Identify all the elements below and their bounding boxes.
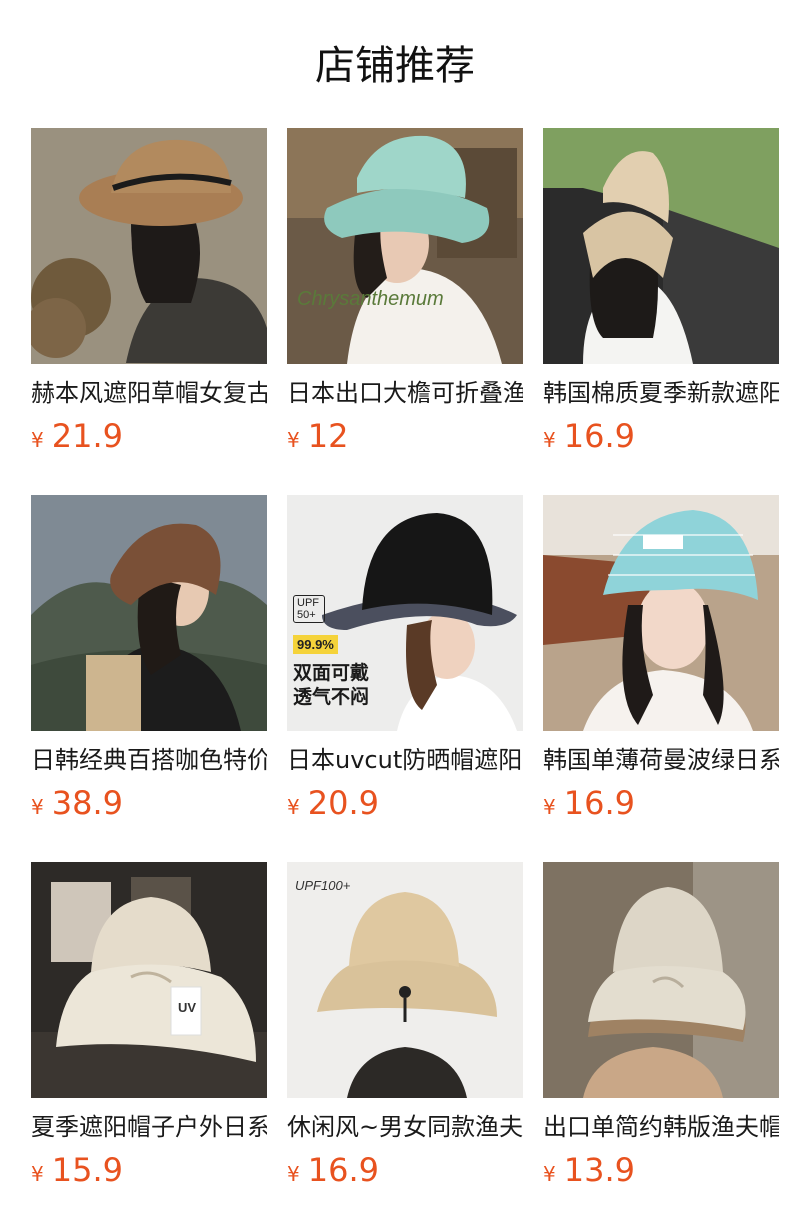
product-name[interactable]: 日本uvcut防晒帽遮阳帽 <box>287 743 523 777</box>
brown-knit-hat-photo-icon[interactable] <box>31 495 267 731</box>
product-name[interactable]: 日韩经典百搭咖色特价 <box>31 743 267 777</box>
product-name[interactable]: 夏季遮阳帽子户外日系 <box>31 1110 267 1144</box>
price-value: 20.9 <box>307 784 379 822</box>
product-name[interactable]: 韩国单薄荷曼波绿日系 <box>543 743 779 777</box>
image-watermark: Chrysanthemum <box>297 288 444 310</box>
page-title: 店铺推荐 <box>315 43 475 89</box>
image-caption-1: 双面可戴 <box>293 663 370 684</box>
price-value: 38.9 <box>51 784 123 822</box>
beige-hat-car-photo-icon[interactable] <box>543 128 779 364</box>
price-value: 13.9 <box>563 1151 635 1189</box>
image-caption-2: 透气不闷 <box>293 687 370 708</box>
price-value: 21.9 <box>51 417 123 455</box>
price-value: 16.9 <box>307 1151 379 1189</box>
product-name[interactable]: 出口单简约韩版渔夫帽 <box>543 1110 779 1144</box>
currency-symbol: ¥ <box>31 795 44 819</box>
cream-hat-uv-tag-photo-icon[interactable]: UV <box>31 862 267 1098</box>
currency-symbol: ¥ <box>543 1162 556 1186</box>
product-name[interactable]: 休闲风~男女同款渔夫帽 <box>287 1110 523 1144</box>
product-price: ¥13.9 <box>543 1150 635 1190</box>
product-name[interactable]: 赫本风遮阳草帽女复古 <box>31 376 267 410</box>
currency-symbol: ¥ <box>543 795 556 819</box>
price-value: 15.9 <box>51 1151 123 1189</box>
product-price: ¥12 <box>287 416 348 456</box>
upf-badge: UPF 50+ <box>293 595 325 623</box>
black-bucket-hat-photo-icon[interactable]: UPF 50+ 99.9% 双面可戴 透气不闷 <box>287 495 523 731</box>
currency-symbol: ¥ <box>287 1162 300 1186</box>
khaki-bucket-hat-photo-icon[interactable]: UPF100+ <box>287 862 523 1098</box>
currency-symbol: ¥ <box>287 428 300 452</box>
product-price: ¥16.9 <box>543 783 635 823</box>
product-price: ¥20.9 <box>287 783 379 823</box>
currency-symbol: ¥ <box>287 795 300 819</box>
product-name[interactable]: 韩国棉质夏季新款遮阳帽 <box>543 376 779 410</box>
price-value: 16.9 <box>563 417 635 455</box>
product-name[interactable]: 日本出口大檐可折叠渔夫帽 <box>287 376 523 410</box>
beige-hat-hand-photo-icon[interactable] <box>543 862 779 1098</box>
product-price: ¥15.9 <box>31 1150 123 1190</box>
price-value: 16.9 <box>563 784 635 822</box>
product-price: ¥38.9 <box>31 783 123 823</box>
product-price: ¥16.9 <box>287 1150 379 1190</box>
uv-rate-badge: 99.9% <box>293 635 338 654</box>
teal-bucket-hat-photo-icon[interactable]: Chrysanthemum <box>287 128 523 364</box>
striped-blue-hat-photo-icon[interactable] <box>543 495 779 731</box>
currency-symbol: ¥ <box>543 428 556 452</box>
straw-hat-photo-icon[interactable] <box>31 128 267 364</box>
product-price: ¥21.9 <box>31 416 123 456</box>
price-value: 12 <box>307 417 349 455</box>
uv-tag: UV <box>178 1000 197 1015</box>
product-price: ¥16.9 <box>543 416 635 456</box>
currency-symbol: ¥ <box>31 428 44 452</box>
upf-badge: UPF100+ <box>295 878 351 893</box>
currency-symbol: ¥ <box>31 1162 44 1186</box>
